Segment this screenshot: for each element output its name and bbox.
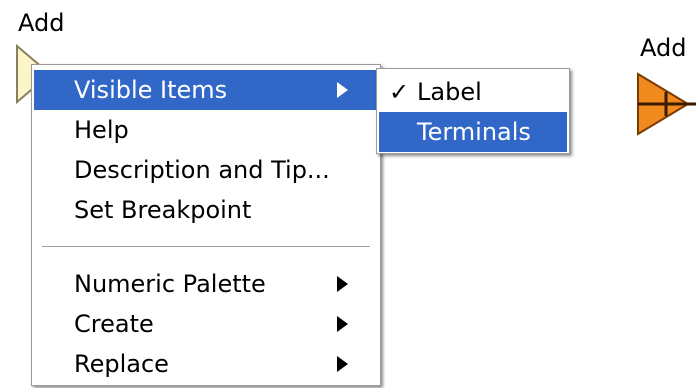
submenu-item-label[interactable]: ✓ Label: [379, 72, 567, 112]
submenu-arrow-icon: [337, 356, 348, 372]
submenu-item-text: Label: [417, 78, 482, 106]
left-node-label: Add: [18, 9, 65, 37]
menu-item-label: Set Breakpoint: [74, 196, 252, 224]
submenu-arrow-icon: [337, 316, 348, 332]
submenu-arrow-icon: [337, 82, 348, 98]
submenu-arrow-icon: [337, 276, 348, 292]
add-function-icon[interactable]: [636, 72, 696, 136]
menu-item-help[interactable]: Help: [34, 110, 378, 150]
menu-item-label: Description and Tip...: [74, 156, 330, 184]
menu-item-replace[interactable]: Replace: [34, 344, 378, 384]
menu-item-label: Create: [74, 310, 154, 338]
menu-separator: [42, 246, 370, 248]
menu-item-create[interactable]: Create: [34, 304, 378, 344]
submenu-item-text: Terminals: [417, 118, 531, 146]
checkmark-icon: ✓: [389, 78, 410, 106]
right-node-label: Add: [640, 34, 687, 62]
menu-item-set-breakpoint[interactable]: Set Breakpoint: [34, 190, 378, 230]
menu-item-description-and-tip[interactable]: Description and Tip...: [34, 150, 378, 190]
visible-items-submenu: ✓ Label Terminals: [376, 68, 570, 154]
menu-item-label: Visible Items: [74, 76, 228, 104]
menu-item-numeric-palette[interactable]: Numeric Palette: [34, 264, 378, 304]
menu-item-label: Numeric Palette: [74, 270, 266, 298]
menu-item-label: Replace: [74, 350, 169, 378]
menu-item-visible-items[interactable]: Visible Items: [34, 70, 378, 110]
context-menu: Visible Items Help Description and Tip..…: [31, 64, 381, 386]
menu-item-label: Help: [74, 116, 129, 144]
submenu-item-terminals[interactable]: Terminals: [379, 112, 567, 152]
